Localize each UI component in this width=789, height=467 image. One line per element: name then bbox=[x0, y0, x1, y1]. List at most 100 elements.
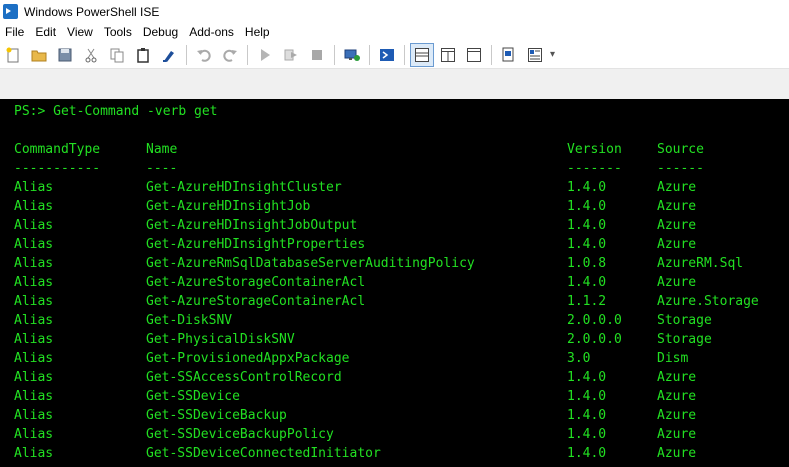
table-row: Alias Get-ProvisionedAppxPackage 3.0 Dism bbox=[0, 351, 789, 370]
version-cell: 1.1.2 bbox=[567, 294, 607, 309]
version-cell: 2.0.0.0 bbox=[567, 313, 622, 328]
command-type-cell: Alias bbox=[14, 199, 54, 214]
save-icon[interactable] bbox=[54, 44, 76, 66]
table-row: Alias Get-AzureHDInsightCluster 1.4.0 Azure bbox=[0, 180, 789, 199]
command-type-cell: Alias bbox=[14, 237, 54, 252]
table-row: Alias Get-AzureHDInsightProperties 1.4.0 Az… bbox=[0, 237, 789, 256]
title-bar: Windows PowerShell ISE bbox=[0, 0, 789, 23]
version-cell: 1.4.0 bbox=[567, 446, 607, 461]
new-remote-tab-icon[interactable] bbox=[341, 44, 363, 66]
menu-help[interactable]: Help bbox=[240, 25, 276, 39]
source-cell: Dism bbox=[657, 351, 689, 366]
command-type-cell: CommandType bbox=[14, 142, 101, 157]
command-type-cell: ----------- bbox=[14, 161, 101, 176]
cut-icon[interactable] bbox=[80, 44, 102, 66]
source-cell: Azure bbox=[657, 218, 697, 233]
new-file-icon[interactable] bbox=[2, 44, 24, 66]
menu-debug[interactable]: Debug bbox=[138, 25, 184, 39]
run-selection-icon[interactable] bbox=[280, 44, 302, 66]
menu-addons[interactable]: Add-ons bbox=[184, 25, 240, 39]
run-script-icon[interactable] bbox=[254, 44, 276, 66]
name-cell: Get-SSAccessControlRecord bbox=[146, 370, 342, 385]
show-script-top-icon[interactable] bbox=[410, 42, 434, 67]
toolbar-overflow-icon[interactable]: ▾ bbox=[550, 49, 555, 60]
name-cell: ---- bbox=[146, 161, 178, 176]
menu-edit[interactable]: Edit bbox=[30, 25, 62, 39]
name-cell: Get-SSDeviceBackup bbox=[146, 408, 287, 423]
window-title: Windows PowerShell ISE bbox=[24, 4, 160, 19]
undo-icon[interactable] bbox=[193, 44, 215, 66]
command-type-cell: Alias bbox=[14, 275, 54, 290]
menu-tools[interactable]: Tools bbox=[99, 25, 138, 39]
source-cell: Azure bbox=[657, 446, 697, 461]
show-command-addon-icon[interactable] bbox=[524, 44, 546, 66]
toolbar-separator bbox=[404, 44, 405, 65]
command-type-cell: Alias bbox=[14, 408, 54, 423]
name-cell: Get-AzureStorageContainerAcl bbox=[146, 294, 366, 309]
source-cell: Azure bbox=[657, 389, 697, 404]
source-cell: ------ bbox=[657, 161, 704, 176]
command-type-cell: Alias bbox=[14, 389, 54, 404]
show-script-maximized-icon[interactable] bbox=[463, 44, 485, 66]
table-row: Alias Get-DiskSNV 2.0.0.0 Storage bbox=[0, 313, 789, 332]
name-cell: Get-ProvisionedAppxPackage bbox=[146, 351, 350, 366]
source-cell: Storage bbox=[657, 332, 712, 347]
copy-icon[interactable] bbox=[106, 44, 128, 66]
source-cell: AzureRM.Sql bbox=[657, 256, 744, 271]
version-cell: 2.0.0.0 bbox=[567, 332, 622, 347]
console-pane[interactable]: PS:> Get-Command -verb get CommandType Na… bbox=[0, 99, 789, 467]
name-cell: Get-AzureHDInsightCluster bbox=[146, 180, 342, 195]
toolbar-separator bbox=[334, 44, 335, 65]
source-cell: Storage bbox=[657, 313, 712, 328]
command-type-cell: Alias bbox=[14, 180, 54, 195]
menu-view[interactable]: View bbox=[62, 25, 99, 39]
version-cell: 1.4.0 bbox=[567, 389, 607, 404]
menu-file[interactable]: File bbox=[0, 25, 30, 39]
source-cell: Source bbox=[657, 142, 704, 157]
paste-icon[interactable] bbox=[132, 44, 154, 66]
table-row: Alias Get-SSDevice 1.4.0 Azure bbox=[0, 389, 789, 408]
stop-icon[interactable] bbox=[306, 44, 328, 66]
command-type-cell: Alias bbox=[14, 446, 54, 461]
version-cell: 1.4.0 bbox=[567, 427, 607, 442]
toolbar-separator bbox=[491, 44, 492, 65]
source-cell: Azure.Storage bbox=[657, 294, 759, 309]
table-row: Alias Get-AzureRmSqlDatabaseServerAuditin… bbox=[0, 256, 789, 275]
version-cell: 1.4.0 bbox=[567, 180, 607, 195]
name-cell: Get-SSDeviceBackupPolicy bbox=[146, 427, 334, 442]
table-row: Alias Get-SSAccessControlRecord 1.4.0 Azure bbox=[0, 370, 789, 389]
command-type-cell: Alias bbox=[14, 332, 54, 347]
name-cell: Get-DiskSNV bbox=[146, 313, 233, 328]
version-cell: 1.4.0 bbox=[567, 408, 607, 423]
toolbar-separator bbox=[186, 44, 187, 65]
redo-icon[interactable] bbox=[219, 44, 241, 66]
source-cell: Azure bbox=[657, 237, 697, 252]
name-cell: Get-AzureStorageContainerAcl bbox=[146, 275, 366, 290]
command-type-cell: Alias bbox=[14, 370, 54, 385]
table-row: Alias Get-SSDeviceBackupPolicy 1.4.0 Azure bbox=[0, 427, 789, 446]
name-cell: Get-PhysicalDiskSNV bbox=[146, 332, 295, 347]
version-cell: 3.0 bbox=[567, 351, 591, 366]
toolbar-separator bbox=[369, 44, 370, 65]
tab-strip bbox=[0, 68, 789, 100]
table-row: Alias Get-AzureHDInsightJob 1.4.0 Azure bbox=[0, 199, 789, 218]
start-powershell-icon[interactable] bbox=[376, 44, 398, 66]
clear-console-icon[interactable] bbox=[158, 44, 180, 66]
show-command-window-icon[interactable] bbox=[498, 44, 520, 66]
source-cell: Azure bbox=[657, 370, 697, 385]
version-cell: 1.4.0 bbox=[567, 218, 607, 233]
show-script-right-icon[interactable] bbox=[437, 44, 459, 66]
command-type-cell: Alias bbox=[14, 218, 54, 233]
name-cell: Get-AzureHDInsightProperties bbox=[146, 237, 366, 252]
toolbar-separator bbox=[247, 44, 248, 65]
table-header-row: CommandType Name Version Source bbox=[0, 142, 789, 161]
version-cell: ------- bbox=[567, 161, 622, 176]
source-cell: Azure bbox=[657, 199, 697, 214]
version-cell: 1.4.0 bbox=[567, 237, 607, 252]
powershell-ise-icon bbox=[3, 4, 18, 19]
open-folder-icon[interactable] bbox=[28, 44, 50, 66]
name-cell: Get-SSDeviceConnectedInitiator bbox=[146, 446, 381, 461]
name-cell: Get-SSDevice bbox=[146, 389, 240, 404]
menu-bar: File Edit View Tools Debug Add-ons Help bbox=[0, 23, 789, 41]
name-cell: Get-AzureRmSqlDatabaseServerAuditingPoli… bbox=[146, 256, 475, 271]
